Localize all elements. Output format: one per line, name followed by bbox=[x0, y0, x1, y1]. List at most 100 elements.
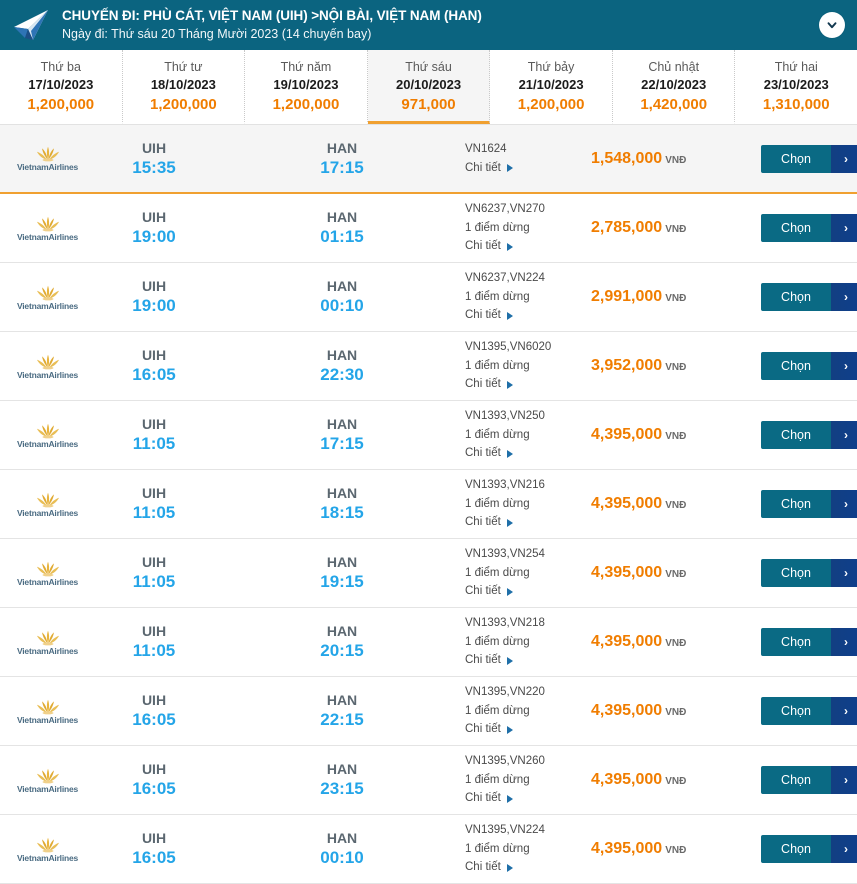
arrival-time: 00:10 bbox=[320, 848, 364, 868]
airline-name: VietnamAirlines bbox=[16, 162, 79, 173]
flight-row[interactable]: VietnamAirlines UIH 11:05 HAN 20:15 VN1393,VN… bbox=[0, 608, 857, 677]
flight-row[interactable]: VietnamAirlines UIH 11:05 HAN 19:15 VN1393,VN… bbox=[0, 539, 857, 608]
details-link-label: Chi tiết bbox=[465, 447, 501, 460]
details-link-label: Chi tiết bbox=[465, 792, 501, 805]
departure-time: 16:05 bbox=[132, 365, 176, 385]
arrival-airport-code: HAN bbox=[326, 830, 358, 847]
choose-button[interactable]: Chọn › bbox=[761, 352, 857, 380]
triangle-right-icon bbox=[506, 587, 513, 596]
lotus-mark-icon bbox=[36, 354, 59, 370]
vietnam-airlines-logo: VietnamAirlines bbox=[17, 698, 78, 725]
chevron-right-icon: › bbox=[831, 421, 857, 449]
action-cell: Chọn › bbox=[761, 628, 857, 656]
flight-row[interactable]: VietnamAirlines UIH 11:05 HAN 17:15 VN1393,VN… bbox=[0, 401, 857, 470]
details-link[interactable]: Chi tiết bbox=[465, 651, 513, 670]
airline-logo-cell: VietnamAirlines bbox=[0, 422, 95, 449]
airline-logo-cell: VietnamAirlines bbox=[0, 629, 95, 656]
details-link[interactable]: Chi tiết bbox=[465, 789, 513, 808]
departure-airport-code: UIH bbox=[141, 761, 167, 778]
details-link-label: Chi tiết bbox=[465, 161, 501, 174]
arrival-cell: HAN 17:15 bbox=[287, 139, 397, 178]
choose-button-label: Chọn bbox=[761, 835, 831, 863]
date-tab[interactable]: Thứ năm 19/10/2023 1,200,000 bbox=[245, 50, 368, 124]
flight-row[interactable]: VietnamAirlines UIH 16:05 HAN 23:15 VN1395,VN… bbox=[0, 746, 857, 815]
details-link-label: Chi tiết bbox=[465, 861, 501, 874]
price-cell: 2,991,000 VNĐ bbox=[591, 288, 761, 306]
arrival-airport-code: HAN bbox=[326, 209, 358, 226]
flight-row[interactable]: VietnamAirlines UIH 15:35 HAN 17:15 VN1624 Chi… bbox=[0, 125, 857, 194]
price-amount: 4,395,000 bbox=[591, 771, 663, 788]
choose-button-label: Chọn bbox=[761, 697, 831, 725]
choose-button[interactable]: Chọn › bbox=[761, 421, 857, 449]
price-currency: VNĐ bbox=[665, 845, 687, 856]
airline-name: VietnamAirlines bbox=[16, 714, 79, 725]
details-link[interactable]: Chi tiết bbox=[465, 858, 513, 877]
date-tab-price: 971,000 bbox=[401, 96, 456, 113]
flight-row[interactable]: VietnamAirlines UIH 19:00 HAN 01:15 VN6237,VN… bbox=[0, 194, 857, 263]
choose-button[interactable]: Chọn › bbox=[761, 144, 857, 173]
date-tab-date: 23/10/2023 bbox=[763, 77, 829, 92]
price-cell: 4,395,000 VNĐ bbox=[591, 495, 761, 513]
airline-name: VietnamAirlines bbox=[16, 507, 79, 518]
flight-row[interactable]: VietnamAirlines UIH 11:05 HAN 18:15 VN1393,VN… bbox=[0, 470, 857, 539]
details-link[interactable]: Chi tiết bbox=[465, 159, 513, 178]
departure-airport-code: UIH bbox=[141, 485, 167, 502]
choose-button-label: Chọn bbox=[761, 214, 831, 242]
date-tab-date: 18/10/2023 bbox=[150, 77, 216, 92]
choose-button[interactable]: Chọn › bbox=[761, 283, 857, 311]
departure-time: 15:35 bbox=[132, 157, 176, 177]
chevron-down-icon[interactable] bbox=[819, 12, 845, 38]
price-currency: VNĐ bbox=[665, 154, 687, 166]
choose-button-label: Chọn bbox=[761, 628, 831, 656]
airline-name: VietnamAirlines bbox=[16, 852, 79, 863]
departure-cell: UIH 11:05 bbox=[99, 553, 209, 592]
choose-button[interactable]: Chọn › bbox=[761, 628, 857, 656]
flight-numbers: VN6237,VN224 bbox=[465, 272, 545, 285]
details-link[interactable]: Chi tiết bbox=[465, 306, 513, 325]
flight-detail-cell: VN6237,VN270 1 điểm dừng Chi tiết bbox=[465, 200, 585, 256]
date-tab[interactable]: Thứ ba 17/10/2023 1,200,000 bbox=[0, 50, 123, 124]
choose-button[interactable]: Chọn › bbox=[761, 490, 857, 518]
date-tab-selected[interactable]: Thứ sáu 20/10/2023 971,000 bbox=[367, 50, 491, 124]
arrival-time: 23:15 bbox=[320, 779, 364, 799]
arrival-airport-code: HAN bbox=[326, 692, 358, 709]
page-subtitle: Ngày đi: Thứ sáu 20 Tháng Mười 2023 (14 … bbox=[62, 26, 372, 41]
price-cell: 2,785,000 VNĐ bbox=[591, 219, 761, 237]
choose-button[interactable]: Chọn › bbox=[761, 214, 857, 242]
details-link[interactable]: Chi tiết bbox=[465, 375, 513, 394]
details-link-label: Chi tiết bbox=[465, 309, 501, 322]
lotus-mark-icon bbox=[36, 561, 59, 577]
flight-detail-cell: VN6237,VN224 1 điểm dừng Chi tiết bbox=[465, 269, 585, 325]
airline-logo-cell: VietnamAirlines bbox=[0, 491, 95, 518]
date-tab[interactable]: Thứ tư 18/10/2023 1,200,000 bbox=[122, 50, 246, 124]
arrival-cell: HAN 22:30 bbox=[287, 346, 397, 385]
date-tab[interactable]: Thứ hai 23/10/2023 1,310,000 bbox=[735, 50, 857, 124]
choose-button[interactable]: Chọn › bbox=[761, 559, 857, 587]
choose-button[interactable]: Chọn › bbox=[761, 697, 857, 725]
date-tab[interactable]: Chủ nhật 22/10/2023 1,420,000 bbox=[612, 50, 736, 124]
price-currency: VNĐ bbox=[665, 569, 687, 580]
details-link[interactable]: Chi tiết bbox=[465, 513, 513, 532]
details-link[interactable]: Chi tiết bbox=[465, 582, 513, 601]
date-tab[interactable]: Thứ bảy 21/10/2023 1,200,000 bbox=[490, 50, 613, 124]
details-link[interactable]: Chi tiết bbox=[465, 444, 513, 463]
flight-row[interactable]: VietnamAirlines UIH 19:00 HAN 00:10 VN6237,VN… bbox=[0, 263, 857, 332]
chevron-right-icon: › bbox=[831, 490, 857, 518]
airline-name: VietnamAirlines bbox=[16, 576, 79, 587]
stops-label: 1 điểm dừng bbox=[465, 842, 530, 855]
flight-row[interactable]: VietnamAirlines UIH 16:05 HAN 22:30 VN1395,VN… bbox=[0, 332, 857, 401]
arrival-airport-code: HAN bbox=[326, 416, 358, 433]
date-tab-dayofweek: Thứ tư bbox=[164, 60, 203, 74]
details-link-label: Chi tiết bbox=[465, 723, 501, 736]
flight-row[interactable]: VietnamAirlines UIH 16:05 HAN 00:10 VN1395,VN… bbox=[0, 815, 857, 884]
action-cell: Chọn › bbox=[761, 559, 857, 587]
date-tab-date: 21/10/2023 bbox=[518, 77, 584, 92]
choose-button[interactable]: Chọn › bbox=[761, 835, 857, 863]
choose-button[interactable]: Chọn › bbox=[761, 766, 857, 794]
action-cell: Chọn › bbox=[761, 835, 857, 863]
details-link[interactable]: Chi tiết bbox=[465, 720, 513, 739]
details-link[interactable]: Chi tiết bbox=[465, 237, 513, 256]
departure-airport-code: UIH bbox=[141, 830, 167, 847]
flight-row[interactable]: VietnamAirlines UIH 16:05 HAN 22:15 VN1395,VN… bbox=[0, 677, 857, 746]
flight-detail-cell: VN1393,VN250 1 điểm dừng Chi tiết bbox=[465, 407, 585, 463]
